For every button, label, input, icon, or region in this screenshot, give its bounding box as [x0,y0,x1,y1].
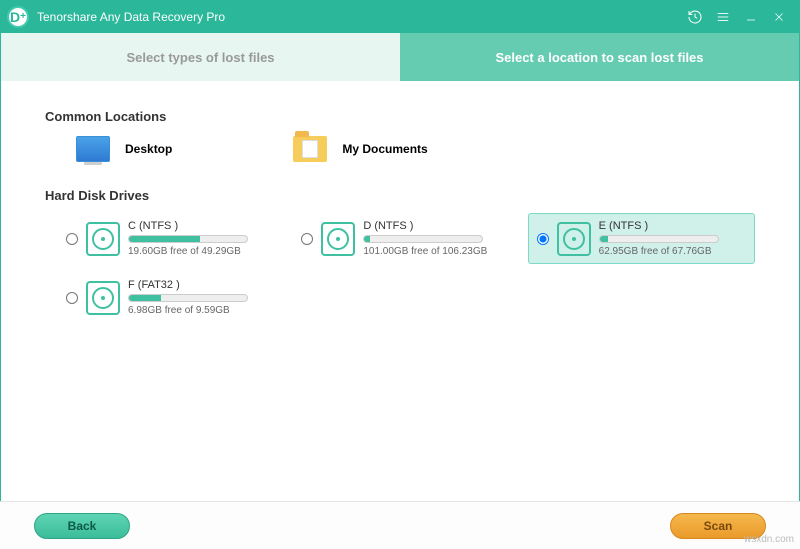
drives-grid: C (NTFS ) 19.60GB free of 49.29GB D (NTFS … [45,213,755,323]
history-button[interactable] [681,3,709,31]
drive-radio[interactable] [66,292,78,304]
drive-free-text: 19.60GB free of 49.29GB [128,246,275,257]
step-bar: Select types of lost files Select a loca… [1,33,799,81]
app-title: Tenorshare Any Data Recovery Pro [37,10,225,24]
step-types[interactable]: Select types of lost files [1,33,400,81]
drive-item-e[interactable]: E (NTFS ) 62.95GB free of 67.76GB [528,213,755,264]
drive-free-text: 101.00GB free of 106.23GB [363,246,510,257]
drive-usage-bar [128,294,248,302]
drive-usage-bar [128,235,248,243]
main-content: Common Locations Desktop My Documents Ha… [1,81,799,351]
drive-label: D (NTFS ) [363,220,510,232]
drive-item-c[interactable]: C (NTFS ) 19.60GB free of 49.29GB [57,213,284,264]
close-button[interactable] [765,3,793,31]
disk-icon [86,281,120,315]
drive-item-d[interactable]: D (NTFS ) 101.00GB free of 106.23GB [292,213,519,264]
location-my-documents[interactable]: My Documents [292,134,427,164]
titlebar: D+ Tenorshare Any Data Recovery Pro [1,1,799,33]
disk-icon [557,222,591,256]
step-location[interactable]: Select a location to scan lost files [400,33,799,81]
drive-label: E (NTFS ) [599,220,746,232]
footer: Back Scan [0,501,800,549]
app-logo-icon: D+ [7,6,29,28]
drive-item-f[interactable]: F (FAT32 ) 6.98GB free of 9.59GB [57,272,284,323]
documents-label: My Documents [342,142,427,156]
back-button[interactable]: Back [34,513,130,539]
disk-icon [321,222,355,256]
drive-free-text: 6.98GB free of 9.59GB [128,305,275,316]
drive-radio[interactable] [66,233,78,245]
watermark: wsxdn.com [744,534,794,545]
disk-icon [86,222,120,256]
folder-icon [293,136,327,162]
drive-label: C (NTFS ) [128,220,275,232]
location-desktop[interactable]: Desktop [75,134,172,164]
drive-usage-bar [599,235,719,243]
minimize-button[interactable] [737,3,765,31]
common-locations-heading: Common Locations [45,109,755,124]
drive-radio[interactable] [301,233,313,245]
menu-button[interactable] [709,3,737,31]
hard-disk-drives-heading: Hard Disk Drives [45,188,755,203]
drive-free-text: 62.95GB free of 67.76GB [599,246,746,257]
desktop-icon [76,136,110,162]
drive-radio[interactable] [537,233,549,245]
drive-usage-bar [363,235,483,243]
desktop-label: Desktop [125,142,172,156]
drive-label: F (FAT32 ) [128,279,275,291]
